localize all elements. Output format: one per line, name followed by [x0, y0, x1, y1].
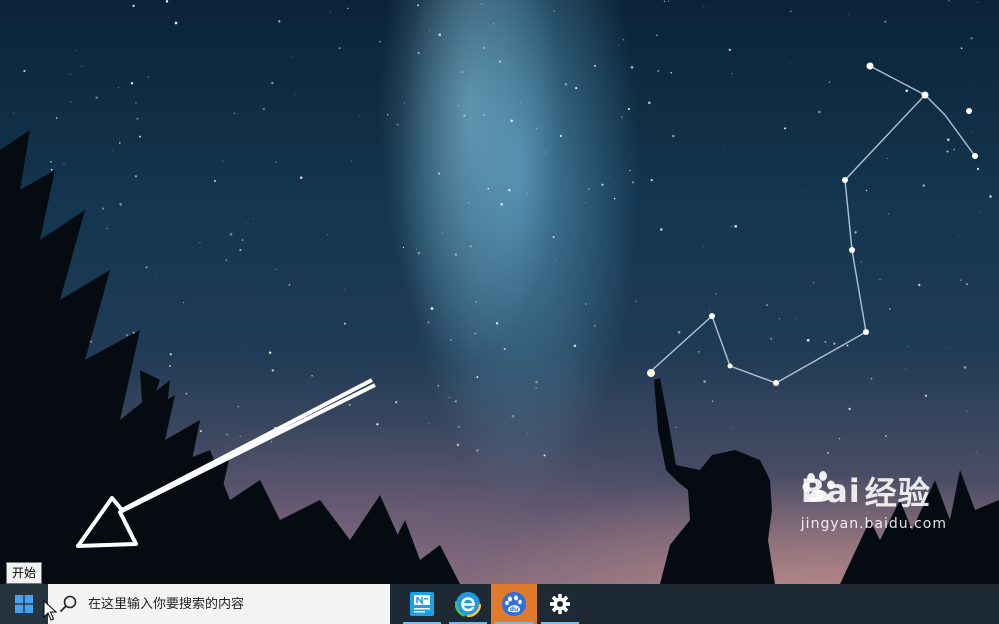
browser-e-icon — [455, 591, 481, 617]
gear-icon — [550, 594, 570, 614]
taskbar-app-baidu[interactable]: du — [491, 584, 537, 624]
taskbar-search-box[interactable] — [48, 584, 390, 624]
watermark-brand-tail: 经验 — [864, 474, 931, 512]
search-input[interactable] — [88, 596, 368, 612]
desktop-wallpaper: Bai 经验 jingyan.baidu.com — [0, 0, 999, 584]
constellation — [649, 65, 976, 384]
start-button[interactable] — [0, 584, 48, 624]
taskbar-app-settings[interactable] — [537, 584, 583, 624]
baidu-jingyan-watermark: Bai 经验 jingyan.baidu.com — [801, 468, 947, 532]
taskbar-app-news[interactable] — [399, 584, 445, 624]
windows-logo-icon — [15, 595, 33, 613]
search-icon — [59, 595, 77, 613]
baidu-paw-icon — [802, 471, 835, 502]
taskbar: du — [0, 584, 999, 624]
news-app-icon — [410, 592, 434, 616]
watermark-url: jingyan.baidu.com — [800, 516, 947, 532]
baidu-icon: du — [502, 592, 526, 616]
svg-text:du: du — [510, 606, 519, 613]
start-tooltip: 开始 — [6, 562, 43, 584]
taskbar-app-browser[interactable] — [445, 584, 491, 624]
mouse-cursor-icon — [43, 600, 57, 621]
